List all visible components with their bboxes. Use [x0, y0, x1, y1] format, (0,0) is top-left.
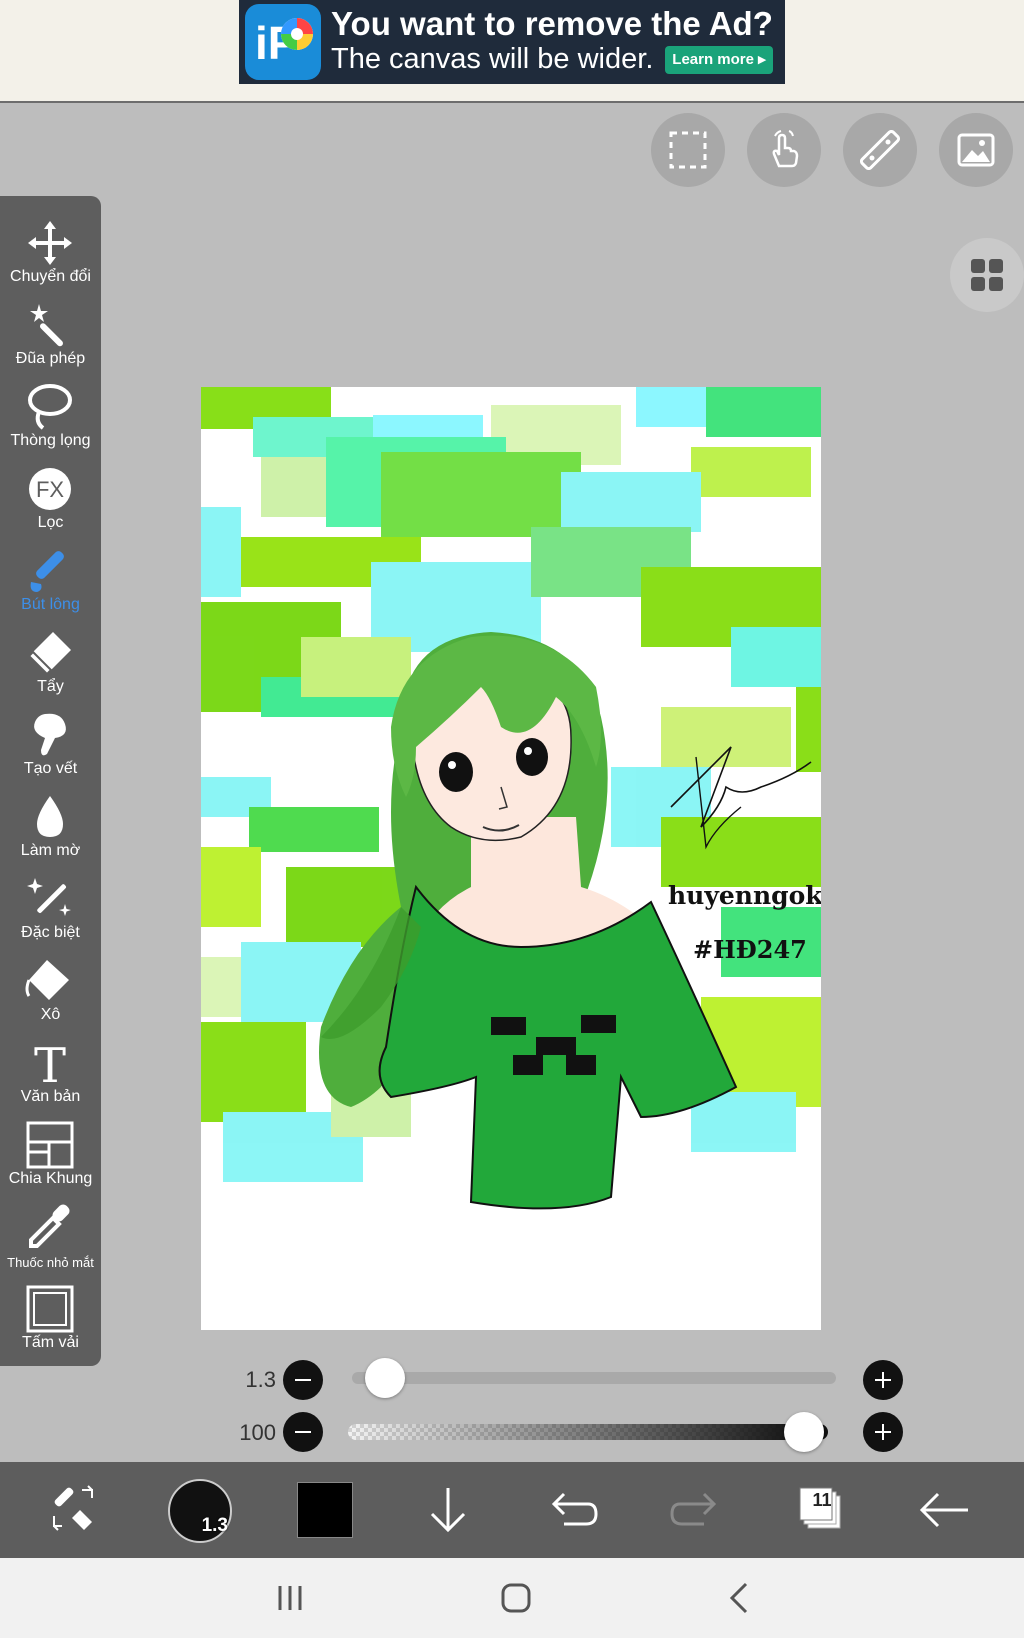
drawing-canvas[interactable]: huyenngok #HĐ247 [201, 387, 821, 1330]
tool-lasso[interactable]: Thòng lọng [0, 376, 101, 458]
color-swatch-button[interactable] [297, 1482, 353, 1538]
drop-icon [37, 796, 63, 837]
tool-label: Đũa phép [15, 350, 86, 367]
tool-label: Đặc biệt [21, 924, 80, 941]
download-button[interactable] [408, 1462, 488, 1558]
tool-fill[interactable]: Xô [0, 950, 101, 1032]
tool-label: Tẩy [37, 678, 64, 695]
tool-text[interactable]: T Văn bản [0, 1032, 101, 1114]
brush-size-button[interactable]: 1.3 [168, 1479, 232, 1543]
tool-label: Làm mờ [20, 842, 81, 859]
back-button[interactable] [906, 1462, 986, 1558]
tool-label: Văn bản [20, 1088, 81, 1105]
bottom-toolbar: 1.3 11 [0, 1462, 1024, 1558]
opacity-slider[interactable] [348, 1424, 828, 1440]
tool-move[interactable]: Chuyển đổi [0, 212, 101, 294]
fx-icon: FX [29, 468, 71, 510]
artwork-hashtag: #HĐ247 [693, 935, 807, 964]
tool-label: Chuyển đổi [10, 268, 91, 285]
size-slider-handle[interactable] [365, 1358, 406, 1398]
eyedropper-icon [29, 1204, 70, 1248]
opacity-decrease-button[interactable] [283, 1412, 323, 1452]
ibispaint-logo-icon: iP [245, 4, 321, 80]
tool-special[interactable]: Đặc biệt [0, 868, 101, 950]
tool-label: Chia Khung [8, 1170, 93, 1187]
text-icon: T [34, 1038, 66, 1088]
redo-icon [670, 1492, 717, 1526]
system-nav-bar [0, 1558, 1024, 1638]
tool-label: Tạo vết [23, 760, 78, 777]
frame-divider-icon [26, 1121, 74, 1169]
tool-magic-wand[interactable]: Đũa phép [0, 294, 101, 376]
eraser-icon [27, 632, 71, 676]
selection-icon [669, 131, 707, 169]
smudge-icon [34, 713, 66, 756]
ad-subtitle: The canvas will be wider. [331, 43, 654, 75]
image-import-button[interactable] [939, 113, 1013, 187]
layout-grid-button[interactable] [950, 238, 1024, 312]
tool-canvas[interactable]: Tấm vải [0, 1278, 101, 1360]
artist-signature: huyenngok [668, 881, 821, 910]
tool-eyedropper[interactable]: Thuốc nhỏ mắt [0, 1196, 101, 1278]
size-increase-button[interactable] [863, 1360, 903, 1400]
touch-gesture-button[interactable] [747, 113, 821, 187]
tool-smudge[interactable]: Tạo vết [0, 704, 101, 786]
brush-size-value: 1.3 [201, 1515, 228, 1536]
tool-label: Lọc [37, 514, 64, 531]
svg-text:FX: FX [36, 477, 64, 502]
arrow-down-icon [430, 1488, 466, 1533]
redo-button[interactable] [656, 1462, 736, 1558]
tool-blur[interactable]: Làm mờ [0, 786, 101, 868]
learn-more-button[interactable]: Learn more ▸ [665, 46, 773, 74]
tool-label: Thuốc nhỏ mắt [7, 1255, 94, 1270]
ad-title: You want to remove the Ad? [331, 5, 773, 42]
opacity-value: 100 [239, 1420, 276, 1445]
brush-eraser-swap-icon [53, 1485, 93, 1531]
tool-frame-divider[interactable]: Chia Khung [0, 1114, 101, 1196]
ruler-button[interactable] [843, 113, 917, 187]
layer-count: 11 [812, 1490, 832, 1510]
tool-label: Bút lông [21, 596, 80, 613]
recent-apps-icon[interactable] [270, 1578, 310, 1618]
lasso-icon [28, 384, 72, 430]
arrow-left-icon [919, 1492, 968, 1528]
size-decrease-button[interactable] [283, 1360, 323, 1400]
sparkle-wand-icon [27, 878, 71, 916]
bucket-icon [25, 960, 69, 1000]
tool-eraser[interactable]: Tẩy [0, 622, 101, 704]
tool-label: Tấm vải [22, 1334, 79, 1351]
ruler-icon [860, 130, 900, 170]
artwork-image [201, 387, 821, 1210]
layers-button[interactable]: 11 [796, 1462, 876, 1558]
opacity-slider-handle[interactable] [784, 1412, 824, 1452]
image-import-icon [957, 133, 995, 167]
touch-gesture-icon [772, 130, 799, 168]
selection-button[interactable] [651, 113, 725, 187]
canvas-icon [26, 1285, 74, 1333]
undo-button[interactable] [532, 1462, 612, 1558]
tool-panel: Chuyển đổi Đũa phép Thòng lọng FX Lọc Bú… [0, 196, 101, 1366]
tool-swap-button[interactable] [34, 1462, 114, 1558]
size-value: 1.3 [245, 1367, 276, 1392]
nav-back-icon[interactable] [720, 1578, 760, 1618]
tool-filter[interactable]: FX Lọc [0, 458, 101, 540]
opacity-increase-button[interactable] [863, 1412, 903, 1452]
undo-icon [551, 1492, 598, 1526]
tool-label: Xô [40, 1006, 61, 1023]
size-slider[interactable] [352, 1372, 836, 1384]
home-icon[interactable] [496, 1578, 536, 1618]
ad-bar: iP You want to remove the Ad? The canvas… [0, 0, 1024, 103]
grid-icon [971, 259, 1003, 291]
ad-banner[interactable]: iP You want to remove the Ad? The canvas… [239, 0, 785, 84]
magic-wand-icon [30, 304, 63, 347]
svg-text:T: T [34, 1038, 66, 1088]
tool-label: Thòng lọng [10, 432, 91, 449]
tool-brush[interactable]: Bút lông [0, 540, 101, 622]
move-icon [28, 221, 72, 265]
brush-icon [30, 551, 64, 592]
